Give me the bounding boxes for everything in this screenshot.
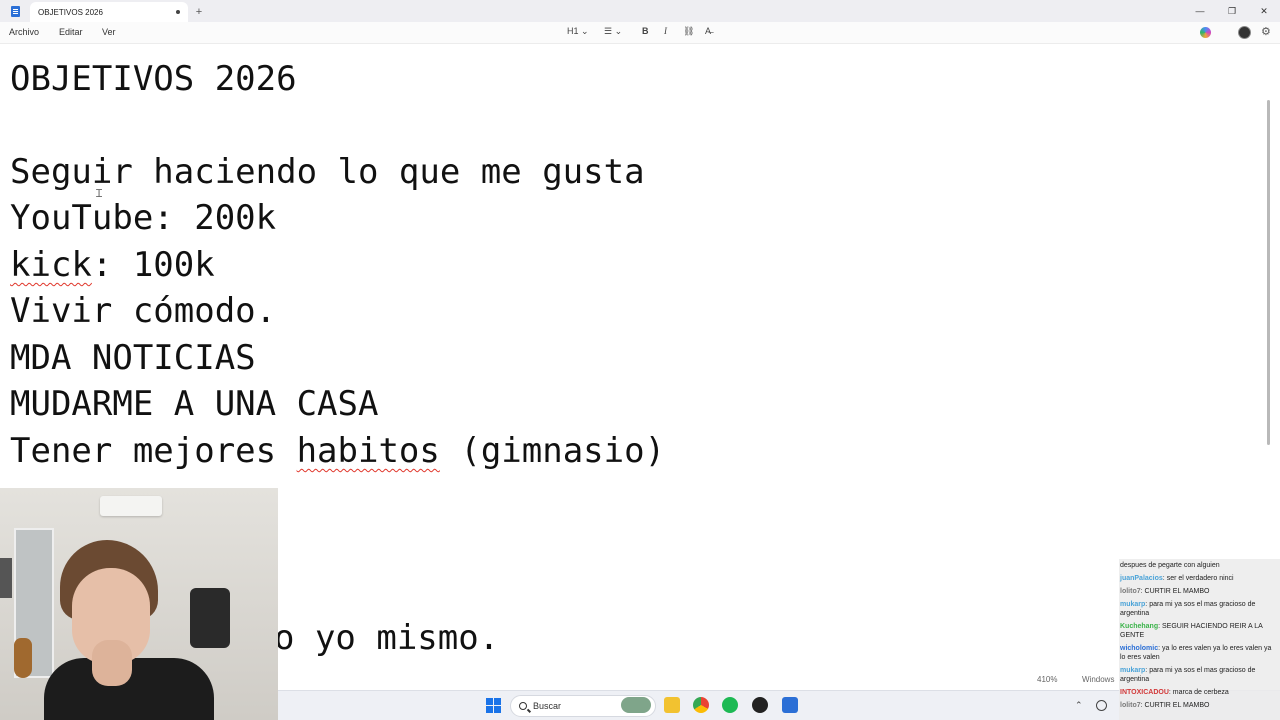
copilot-icon[interactable] (1200, 27, 1211, 38)
chat-username: Kuchehang (1120, 623, 1159, 630)
notepad-app-icon (0, 0, 30, 22)
doc-line-head: Tener mejores (10, 431, 297, 471)
line-ending[interactable]: Windows (1082, 675, 1114, 684)
chat-username: wicholomic (1120, 645, 1159, 652)
doc-line-tail: : 100k (91, 245, 215, 285)
chat-message: INTOXICADOU: marca de cerbeza (1120, 688, 1278, 697)
maximize-button[interactable]: ❐ (1216, 0, 1248, 22)
doc-line-partial: o yo mismo. (274, 618, 500, 658)
doc-line: MUDARME A UNA CASA (10, 384, 379, 424)
vertical-scrollbar[interactable] (1267, 100, 1270, 445)
bold-button[interactable]: B (642, 26, 649, 36)
doc-line: Seguir haciendo lo que me gusta (10, 152, 645, 192)
notepad-taskbar-icon[interactable] (782, 697, 798, 713)
chat-username: mukarp (1120, 667, 1146, 674)
chat-message: wicholomic: ya lo eres valen ya lo eres … (1120, 644, 1278, 662)
guitar (14, 638, 32, 678)
account-avatar[interactable] (1238, 26, 1251, 39)
menu-ver[interactable]: Ver (102, 27, 116, 37)
doc-line: MDA NOTICIAS (10, 338, 256, 378)
air-conditioner (100, 496, 162, 516)
title-bar: OBJETIVOS 2026 + — ❐ ✕ (0, 0, 1280, 22)
chat-message: despues de pegarte con alguien (1120, 561, 1278, 570)
clear-formatting-icon[interactable]: A̶ (705, 26, 711, 36)
doc-line-title: OBJETIVOS 2026 (10, 59, 297, 99)
chat-message: lolito7: CURTIR EL MAMBO (1120, 587, 1278, 596)
doc-line: Tener mejores habitos (gimnasio) (10, 431, 665, 471)
chat-username: lolito7 (1120, 702, 1141, 709)
sync-icon[interactable] (1096, 700, 1107, 711)
doc-line: Vivir cómodo. (10, 291, 277, 331)
link-icon[interactable]: ⛓ (683, 26, 694, 37)
search-placeholder: Buscar (533, 701, 562, 711)
ibeam-cursor-icon: Ɪ (96, 187, 103, 200)
screen: OBJETIVOS 2026 + — ❐ ✕ Archivo Editar Ve… (0, 0, 1280, 720)
heading-dropdown[interactable]: H1 ⌄ (567, 26, 589, 37)
chrome-icon[interactable] (693, 697, 709, 713)
list-dropdown[interactable]: ☰ ⌄ (604, 26, 622, 37)
chat-text: despues de pegarte con alguien (1120, 562, 1220, 569)
tray-chevron-icon[interactable]: ⌃ (1075, 700, 1083, 711)
chat-text: CURTIR EL MAMBO (1144, 702, 1210, 709)
chat-message: mukarp: para mi ya sos el mas gracioso d… (1120, 666, 1278, 684)
windows-start-icon[interactable] (486, 698, 501, 713)
window-controls: — ❐ ✕ (1184, 0, 1280, 22)
menu-bar: Archivo Editar Ver H1 ⌄ ☰ ⌄ B I ⛓ A̶ ⚙ (0, 22, 1280, 44)
streamer-hand (92, 640, 132, 686)
chat-message: mukarp: para mi ya sos el mas gracioso d… (1120, 600, 1278, 618)
file-explorer-icon[interactable] (664, 697, 680, 713)
misspelled-word: habitos (296, 431, 440, 471)
doc-line: kick: 100k (10, 245, 215, 285)
status-bar: 410% Windows (278, 670, 1120, 688)
chat-message: juanPalacios: ser el verdadero ninci (1120, 574, 1278, 583)
gaming-chair (190, 588, 230, 648)
new-tab-button[interactable]: + (188, 2, 210, 22)
chat-message: Kuchehang: SEGUIR HACIENDO REIR A LA GEN… (1120, 622, 1278, 640)
stream-chat-overlay: despues de pegarte con alguien juanPalaci… (1119, 559, 1280, 720)
unsaved-dot-icon[interactable] (176, 10, 180, 14)
document-tab[interactable]: OBJETIVOS 2026 (30, 2, 188, 22)
italic-button[interactable]: I (664, 26, 667, 36)
search-icon (519, 702, 527, 710)
close-button[interactable]: ✕ (1248, 0, 1280, 22)
chat-username: juanPalacios (1120, 575, 1163, 582)
zoom-level[interactable]: 410% (1037, 675, 1057, 684)
menu-editar[interactable]: Editar (59, 27, 83, 37)
tab-title: OBJETIVOS 2026 (38, 7, 103, 17)
webcam-overlay (0, 488, 278, 720)
chat-username: lolito7 (1120, 588, 1141, 595)
widgets-icon[interactable] (621, 697, 651, 713)
gear-icon[interactable]: ⚙ (1261, 25, 1271, 38)
menu-archivo[interactable]: Archivo (9, 27, 39, 37)
obs-icon[interactable] (752, 697, 768, 713)
chat-text: ser el verdadero ninci (1166, 575, 1234, 582)
minimize-button[interactable]: — (1184, 0, 1216, 22)
chat-message: lolito7: CURTIR EL MAMBO (1120, 701, 1278, 710)
chat-username: mukarp (1120, 601, 1146, 608)
chat-username: INTOXICADOU (1120, 689, 1169, 696)
misspelled-word: kick (10, 245, 92, 285)
chat-text: CURTIR EL MAMBO (1144, 588, 1210, 595)
chat-text: marca de cerbeza (1172, 689, 1229, 696)
doc-line: YouTube: 200k (10, 198, 277, 238)
doc-line-tail: (gimnasio) (439, 431, 666, 471)
spotify-icon[interactable] (722, 697, 738, 713)
